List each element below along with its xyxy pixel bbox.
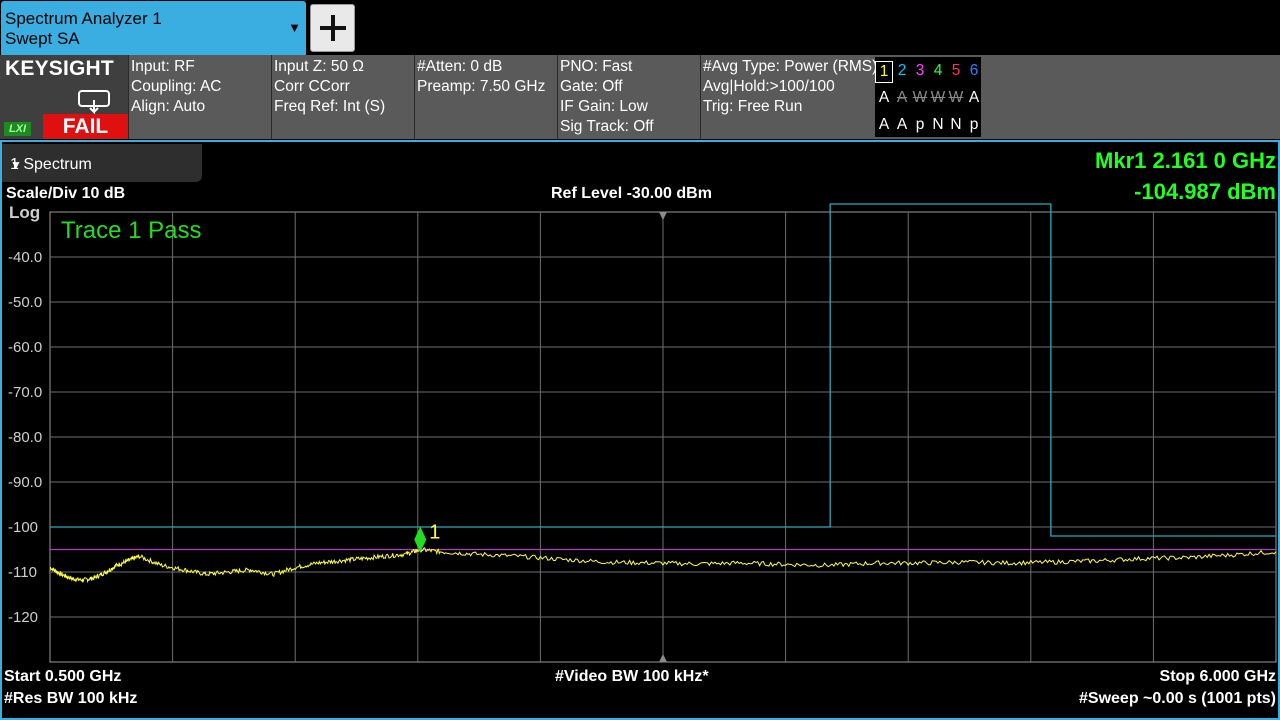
avg-settings[interactable]: #Avg Type: Power (RMS) Avg|Hold:>100/100… bbox=[700, 55, 875, 139]
align-label: Align: Auto bbox=[131, 98, 206, 115]
trace-number-6: 6 bbox=[969, 62, 979, 79]
trace-mode-row: AAWWWA bbox=[875, 88, 981, 108]
settings-panel: KEYSIGHT LXI FAIL Input: RF Coupling: AC… bbox=[0, 55, 1280, 139]
y-tick-label: -80.0 bbox=[8, 429, 42, 446]
trace-number-row: 123456 bbox=[875, 61, 981, 83]
add-screen-button[interactable] bbox=[310, 4, 355, 52]
trace-mode-5: W bbox=[948, 89, 964, 106]
atten-label: #Atten: 0 dB bbox=[417, 58, 503, 75]
trace-mode-1: A bbox=[878, 89, 890, 106]
trace-mode-4: W bbox=[930, 89, 946, 106]
bw-settings[interactable]: PNO: Fast Gate: Off IF Gain: Low Sig Tra… bbox=[557, 55, 700, 139]
input-z-settings[interactable]: Input Z: 50 Ω Corr CCorr Freq Ref: Int (… bbox=[271, 55, 414, 139]
input-label: Input: RF bbox=[131, 58, 195, 75]
marker-frequency: Mkr1 2.161 0 GHz bbox=[1095, 148, 1276, 173]
marker-amplitude: -104.987 dBm bbox=[1134, 179, 1276, 204]
mode-name: Spectrum Analyzer 1 bbox=[5, 9, 162, 28]
y-tick-label: -40.0 bbox=[8, 249, 42, 266]
trace-detector-row: AApNNp bbox=[875, 115, 981, 135]
window-title-dropdown[interactable]: 1 Spectrum ▼ bbox=[2, 144, 202, 182]
coupling-label: Coupling: AC bbox=[131, 78, 222, 95]
mode-tab[interactable]: Spectrum Analyzer 1 Swept SA ▼ bbox=[1, 1, 306, 55]
gate-label: Gate: Off bbox=[560, 78, 623, 95]
res-bw-label: #Res BW 100 kHz bbox=[4, 690, 138, 707]
trace-detector-5: N bbox=[950, 116, 962, 133]
trig-label: Trig: Free Run bbox=[703, 98, 803, 115]
atten-settings[interactable]: #Atten: 0 dB Preamp: 7.50 GHz bbox=[414, 55, 557, 139]
trace-number-1: 1 bbox=[875, 61, 893, 83]
if-gain-label: IF Gain: Low bbox=[560, 98, 648, 115]
y-tick-label: -70.0 bbox=[8, 384, 42, 401]
brand-logo: KEYSIGHT bbox=[5, 57, 114, 80]
y-tick-label: -120 bbox=[8, 609, 38, 626]
y-tick-label: -60.0 bbox=[8, 339, 42, 356]
ref-level-label: Ref Level -30.00 dBm bbox=[551, 185, 712, 202]
avg-hold-label: Avg|Hold:>100/100 bbox=[703, 78, 835, 95]
input-settings[interactable]: Input: RF Coupling: AC Align: Auto bbox=[128, 55, 271, 139]
marker-1-label: 1 bbox=[429, 521, 440, 543]
trace-pass-text: Trace 1 Pass bbox=[61, 217, 202, 244]
measurement-name: Swept SA bbox=[5, 29, 80, 48]
trace-number-5: 5 bbox=[951, 62, 961, 79]
pno-label: PNO: Fast bbox=[560, 58, 633, 75]
center-freq-tick-bottom bbox=[659, 654, 667, 662]
dropdown-arrow-icon: ▼ bbox=[288, 20, 301, 35]
top-bar: Spectrum Analyzer 1 Swept SA ▼ bbox=[0, 0, 1280, 55]
remote-icon bbox=[78, 90, 110, 114]
input-z-label: Input Z: 50 Ω bbox=[274, 58, 364, 75]
trace-mode-2: A bbox=[896, 89, 908, 106]
trace-detector-2: A bbox=[896, 116, 908, 133]
trace-detector-1: A bbox=[878, 116, 890, 133]
trace-number-2: 2 bbox=[897, 62, 907, 79]
trace-number-4: 4 bbox=[933, 62, 943, 79]
avg-type-label: #Avg Type: Power (RMS) bbox=[703, 58, 875, 75]
fail-status-badge: FAIL bbox=[43, 114, 128, 139]
stop-freq-label: Stop 6.000 GHz bbox=[1159, 668, 1276, 685]
trace-number-3: 3 bbox=[915, 62, 925, 79]
sig-track-label: Sig Track: Off bbox=[560, 118, 654, 135]
start-freq-label: Start 0.500 GHz bbox=[4, 668, 122, 685]
dropdown-arrow-icon: ▼ bbox=[10, 158, 22, 172]
y-tick-label: -50.0 bbox=[8, 294, 42, 311]
trace-mode-6: A bbox=[968, 89, 980, 106]
sweep-label: #Sweep ~0.00 s (1001 pts) bbox=[1079, 690, 1276, 707]
y-tick-label: -90.0 bbox=[8, 474, 42, 491]
trace-detector-3: p bbox=[915, 116, 925, 133]
corr-label: Corr CCorr bbox=[274, 78, 350, 95]
video-bw-label: #Video BW 100 kHz* bbox=[555, 668, 709, 685]
trace-detector-4: N bbox=[932, 116, 944, 133]
trace-status-grid[interactable]: 123456 AAWWWA AApNNp bbox=[875, 57, 981, 137]
center-freq-tick-top bbox=[659, 212, 667, 220]
freq-ref-label: Freq Ref: Int (S) bbox=[274, 98, 386, 115]
preamp-label: Preamp: 7.50 GHz bbox=[417, 78, 546, 95]
brand-area: KEYSIGHT LXI FAIL bbox=[0, 55, 128, 139]
log-scale-label: Log bbox=[9, 203, 40, 222]
plus-icon bbox=[320, 15, 346, 41]
y-tick-label: -110 bbox=[8, 564, 37, 581]
trace-detector-6: p bbox=[969, 116, 979, 133]
scale-div-label: Scale/Div 10 dB bbox=[6, 185, 126, 202]
spectrum-window[interactable]: -40.0 -50.0 -60.0 -70.0 -80.0 -90.0 -100 -110 -1… bbox=[0, 140, 1280, 720]
lxi-badge: LXI bbox=[4, 122, 31, 136]
trace-mode-3: W bbox=[912, 89, 928, 106]
spectrum-plot[interactable]: -40.0 -50.0 -60.0 -70.0 -80.0 -90.0 -100 -110 -1… bbox=[2, 142, 1278, 718]
y-tick-label: -100 bbox=[8, 519, 38, 536]
